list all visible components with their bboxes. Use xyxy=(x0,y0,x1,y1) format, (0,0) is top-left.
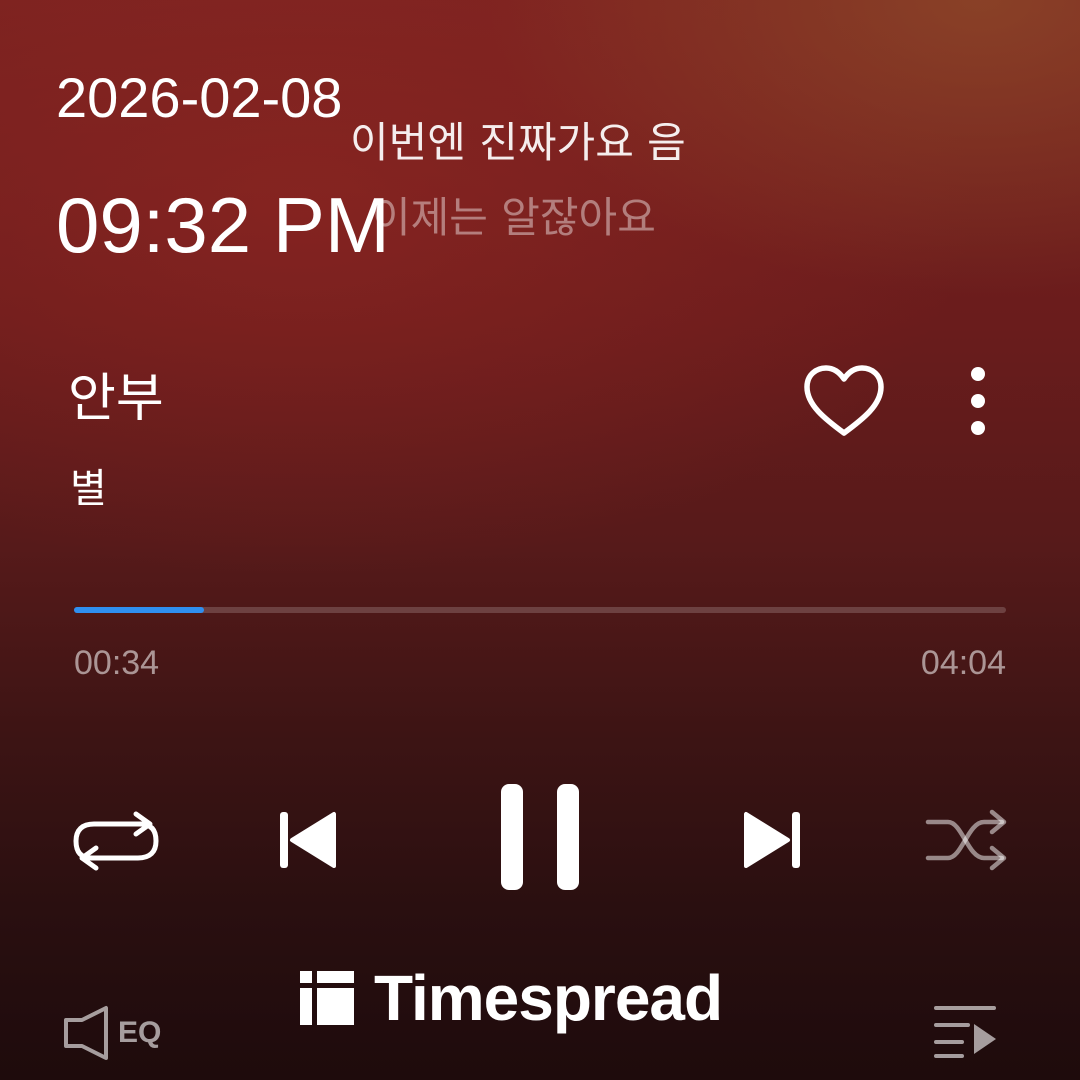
equalizer-button[interactable]: EQ xyxy=(62,998,182,1068)
playlist-icon xyxy=(934,1006,996,1058)
more-options-button[interactable] xyxy=(950,356,1006,446)
skip-previous-icon xyxy=(280,812,336,868)
status-date: 2026-02-08 xyxy=(56,66,343,129)
progress-bar-fill xyxy=(74,607,204,613)
watermark-text: Timespread xyxy=(374,962,723,1034)
skip-next-icon xyxy=(744,812,800,868)
shuffle-icon xyxy=(925,809,1007,871)
timespread-logo-icon xyxy=(300,971,354,1025)
music-player-screen: 2026-02-08 09:32 PM 이번엔 진짜가요 음 이제는 알잖아요 … xyxy=(0,0,1080,1080)
repeat-button[interactable] xyxy=(64,795,168,885)
pause-icon xyxy=(501,784,579,890)
heart-icon xyxy=(804,365,884,436)
progress-bar[interactable] xyxy=(74,607,1006,613)
lyric-current-line[interactable]: 이번엔 진짜가요 음 xyxy=(350,115,750,171)
pause-button[interactable] xyxy=(480,772,600,902)
previous-track-button[interactable] xyxy=(262,790,352,890)
next-track-button[interactable] xyxy=(728,790,818,890)
elapsed-time: 00:34 xyxy=(74,644,160,682)
eq-label: EQ xyxy=(118,1016,162,1049)
like-button[interactable] xyxy=(796,356,892,446)
playlist-button[interactable] xyxy=(922,996,1010,1066)
watermark: Timespread xyxy=(300,960,780,1036)
song-title: 안부 xyxy=(68,369,164,429)
speaker-icon xyxy=(64,1006,108,1060)
repeat-icon xyxy=(73,811,159,871)
total-duration: 04:04 xyxy=(920,644,1006,682)
status-time: 09:32 PM xyxy=(56,181,390,269)
artist-name[interactable]: 별 xyxy=(70,462,107,516)
shuffle-button[interactable] xyxy=(914,795,1018,885)
more-vertical-icon xyxy=(971,367,985,435)
lyric-next-line[interactable]: 이제는 알잖아요 xyxy=(372,190,732,246)
